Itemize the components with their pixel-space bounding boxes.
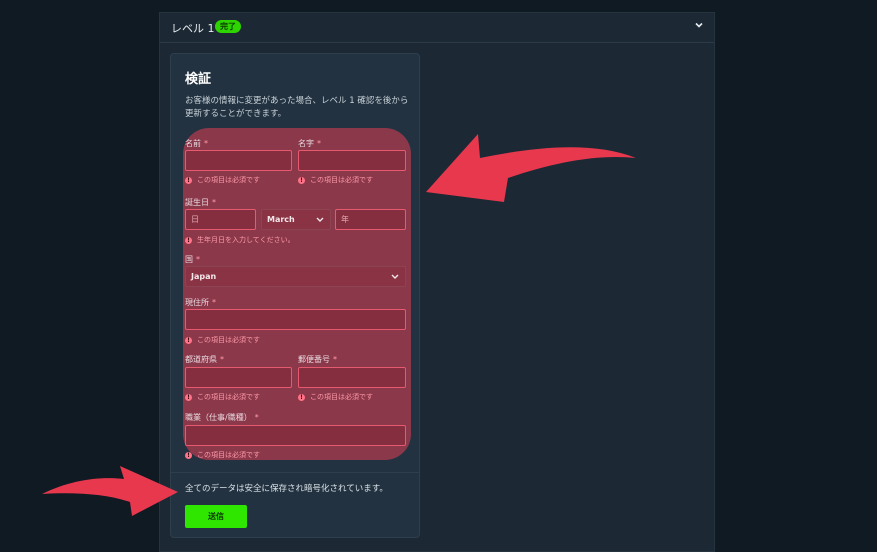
address-error: ! この項目は必須です <box>185 335 260 345</box>
birth-month-select[interactable]: March <box>261 209 331 230</box>
verification-card: 検証 お客様の情報に変更があった場合、レベル 1 確認を後から更新することができ… <box>170 53 420 538</box>
status-badge: 完了 <box>215 20 241 33</box>
occupation-label-text: 職業（仕事/職種） <box>185 413 252 422</box>
country-select[interactable]: Japan <box>185 266 406 287</box>
country-value: Japan <box>191 272 217 281</box>
error-icon: ! <box>185 236 192 244</box>
postal-code-error: ! この項目は必須です <box>298 392 373 402</box>
prefecture-label: 都道府県 * <box>185 354 224 365</box>
address-label: 現住所 * <box>185 297 216 308</box>
occupation-label: 職業（仕事/職種） * <box>185 412 259 423</box>
required-mark: * <box>212 198 216 207</box>
error-icon: ! <box>185 451 192 459</box>
level-title: レベル 1 <box>171 22 215 35</box>
error-icon: ! <box>185 336 192 344</box>
last-name-label: 名字 * <box>298 138 321 149</box>
country-label: 国 * <box>185 254 200 265</box>
chevron-down-icon <box>391 274 399 279</box>
birth-day-input[interactable]: 日 <box>185 209 256 230</box>
first-name-label: 名前 * <box>185 138 208 149</box>
postal-code-input[interactable] <box>298 367 406 388</box>
birthdate-error: ! 生年月日を入力してください。 <box>185 235 295 245</box>
last-name-input[interactable] <box>298 150 406 171</box>
required-mark: * <box>204 139 208 148</box>
chevron-down-icon <box>316 217 324 222</box>
country-label-text: 国 <box>185 255 193 264</box>
address-error-text: この項目は必須です <box>197 336 260 344</box>
required-mark: * <box>196 255 200 264</box>
prefecture-input[interactable] <box>185 367 292 388</box>
last-name-error: ! この項目は必須です <box>298 175 373 185</box>
level-panel: レベル 1 完了 検証 お客様の情報に変更があった場合、レベル 1 確認を後から… <box>159 12 715 552</box>
first-name-label-text: 名前 <box>185 139 201 148</box>
address-input[interactable] <box>185 309 406 330</box>
birthdate-label-text: 誕生日 <box>185 198 209 207</box>
birthdate-error-text: 生年月日を入力してください。 <box>197 236 295 244</box>
birth-year-input[interactable]: 年 <box>335 209 406 230</box>
arrow-annotation-icon <box>426 134 636 202</box>
postal-code-error-text: この項目は必須です <box>310 393 373 401</box>
prefecture-error: ! この項目は必須です <box>185 392 260 402</box>
first-name-error: ! この項目は必須です <box>185 175 260 185</box>
prefecture-error-text: この項目は必須です <box>197 393 260 401</box>
occupation-input[interactable] <box>185 425 406 446</box>
required-mark: * <box>333 355 337 364</box>
error-icon: ! <box>185 176 192 184</box>
arrow-annotation-icon <box>42 466 178 516</box>
error-icon: ! <box>185 393 192 401</box>
required-mark: * <box>317 139 321 148</box>
address-label-text: 現住所 <box>185 298 209 307</box>
card-divider <box>171 472 419 473</box>
error-icon: ! <box>298 176 305 184</box>
occupation-error-text: この項目は必須です <box>197 451 260 459</box>
required-mark: * <box>220 355 224 364</box>
first-name-input[interactable] <box>185 150 292 171</box>
card-description: お客様の情報に変更があった場合、レベル 1 確認を後から更新することができます。 <box>185 96 409 119</box>
level-header[interactable]: レベル 1 完了 <box>160 13 714 43</box>
required-mark: * <box>212 298 216 307</box>
error-icon: ! <box>298 393 305 401</box>
first-name-error-text: この項目は必須です <box>197 176 260 184</box>
postal-code-label: 郵便番号 * <box>298 354 337 365</box>
birthdate-label: 誕生日 * <box>185 197 216 208</box>
card-title: 検証 <box>185 72 212 87</box>
submit-button[interactable]: 送信 <box>185 505 247 528</box>
required-mark: * <box>254 413 259 422</box>
secure-notice: 全てのデータは安全に保存され暗号化されています。 <box>185 484 388 494</box>
last-name-label-text: 名字 <box>298 139 314 148</box>
postal-code-label-text: 郵便番号 <box>298 355 330 364</box>
birth-month-value: March <box>267 215 295 224</box>
occupation-error: ! この項目は必須です <box>185 450 260 460</box>
last-name-error-text: この項目は必須です <box>310 176 373 184</box>
chevron-down-icon[interactable] <box>694 20 704 30</box>
prefecture-label-text: 都道府県 <box>185 355 217 364</box>
